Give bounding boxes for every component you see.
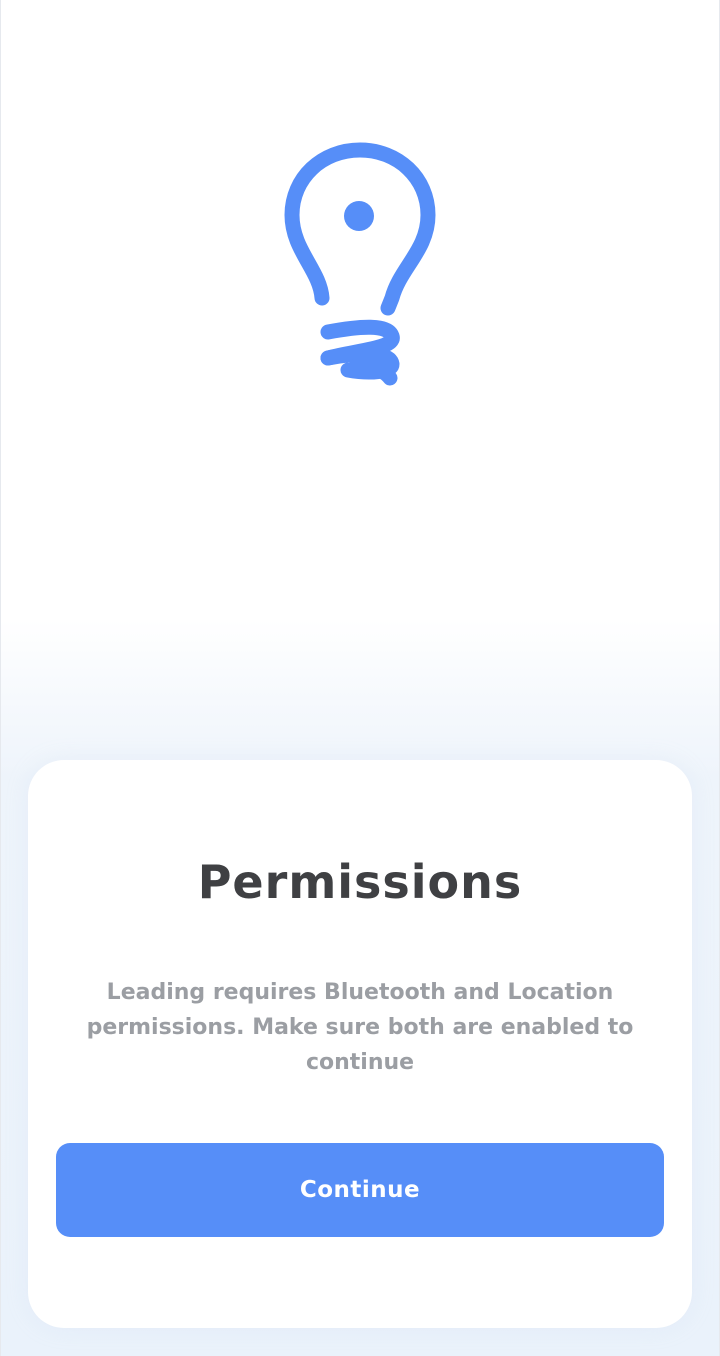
- lightbulb-icon: [270, 130, 450, 400]
- page-title: Permissions: [197, 855, 523, 909]
- lightbulb-dot: [344, 201, 374, 231]
- permissions-description: Leading requires Bluetooth and Location …: [86, 980, 634, 1075]
- lightbulb-outline: [284, 142, 436, 386]
- left-edge-divider: [0, 0, 1, 1356]
- continue-button[interactable]: Continue: [56, 1143, 664, 1237]
- permissions-screen: Permissions Leading requires Bluetooth a…: [0, 0, 720, 1356]
